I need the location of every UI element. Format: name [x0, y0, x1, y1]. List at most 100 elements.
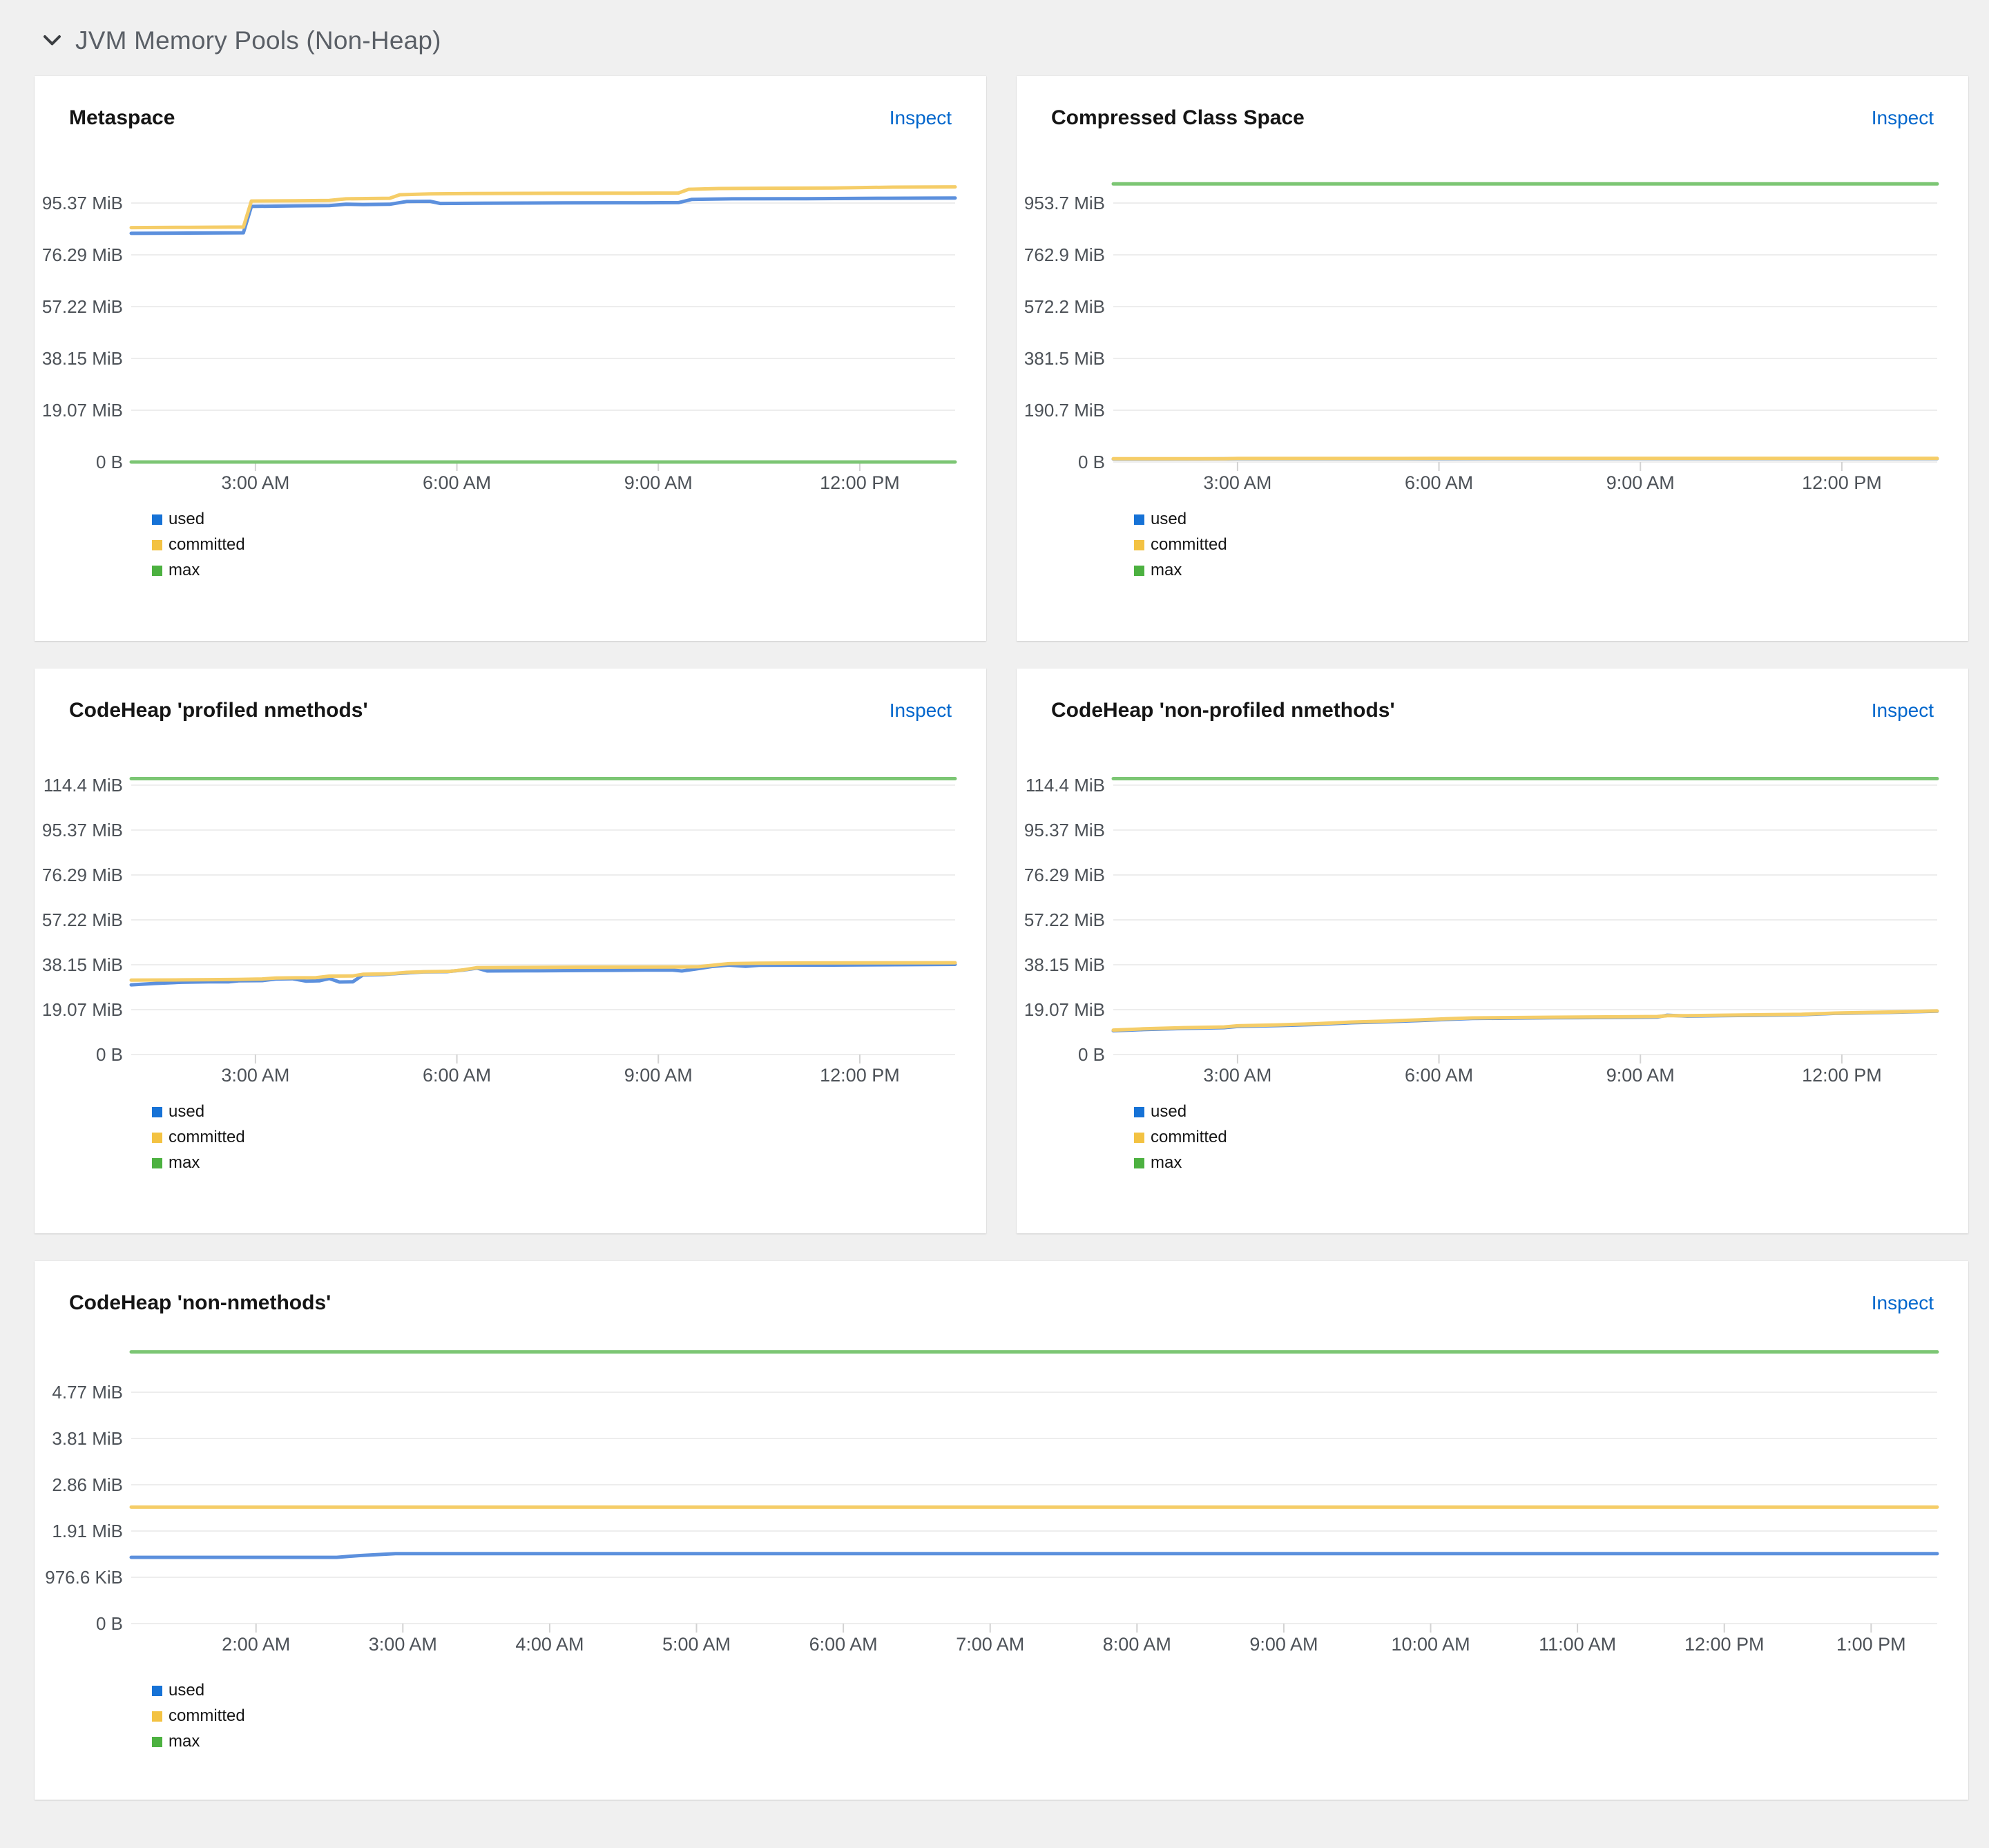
legend-item-max: max [152, 1732, 1968, 1751]
legend-label: used [1151, 510, 1187, 528]
chart-legend: used committed max [152, 510, 986, 580]
legend-item-committed: committed [1134, 1128, 1968, 1147]
chart-title: CodeHeap 'profiled nmethods' [69, 699, 368, 722]
y-axis-label: 76.29 MiB [1024, 865, 1105, 885]
y-axis-label: 38.15 MiB [42, 954, 123, 975]
legend-label: used [169, 1681, 205, 1700]
legend-swatch-used-icon [1134, 514, 1144, 525]
y-axis-label: 572.2 MiB [1024, 296, 1105, 317]
chart-title: Metaspace [69, 106, 175, 129]
legend-swatch-used-icon [152, 1685, 162, 1696]
y-axis-label: 76.29 MiB [42, 865, 123, 885]
chart-canvas: 0 B 190.7 MiB 381.5 MiB 572.2 MiB 762.9 MiB 9… [1024, 182, 1939, 493]
x-axis-label: 9:00 AM [624, 472, 693, 493]
section-header-jvm-memory-pools[interactable]: JVM Memory Pools (Non-Heap) [43, 26, 1968, 55]
chart-area: 0 B 19.07 MiB 38.15 MiB 57.22 MiB 76.29 MiB 9… [35, 153, 986, 580]
chart-title: CodeHeap 'non-nmethods' [69, 1291, 332, 1314]
legend-swatch-max-icon [152, 1736, 162, 1747]
y-axis-label: 19.07 MiB [42, 400, 123, 421]
legend-swatch-committed-icon [152, 539, 162, 550]
inspect-link[interactable]: Inspect [1872, 700, 1934, 722]
series-line-committed [1111, 1009, 1939, 1032]
inspect-link[interactable]: Inspect [1872, 107, 1934, 129]
card-header: CodeHeap 'profiled nmethods' Inspect [35, 668, 986, 722]
x-axis-label: 9:00 AM [1249, 1634, 1318, 1655]
legend-swatch-max-icon [152, 1157, 162, 1168]
inspect-link[interactable]: Inspect [890, 107, 952, 129]
y-axis-label: 190.7 MiB [1024, 400, 1105, 421]
y-axis-label: 381.5 MiB [1024, 348, 1105, 369]
chart-title: CodeHeap 'non-profiled nmethods' [1051, 699, 1395, 722]
x-axis-label: 4:00 AM [515, 1634, 584, 1655]
y-axis-label: 4.77 MiB [52, 1382, 123, 1403]
y-axis-label: 0 B [96, 1044, 123, 1065]
y-axis-label: 57.22 MiB [42, 296, 123, 317]
inspect-link[interactable]: Inspect [1872, 1292, 1934, 1314]
x-axis-label: 12:00 PM [1802, 472, 1882, 493]
chart-canvas: 0 B 19.07 MiB 38.15 MiB 57.22 MiB 76.29 MiB 9… [1024, 775, 1939, 1086]
legend-swatch-used-icon [152, 514, 162, 525]
legend-swatch-used-icon [152, 1106, 162, 1117]
y-axis-label: 1.91 MiB [52, 1521, 123, 1541]
x-axis-label: 12:00 PM [1684, 1634, 1765, 1655]
chart-canvas: 0 B 19.07 MiB 38.15 MiB 57.22 MiB 76.29 MiB 9… [42, 185, 957, 493]
chart-title: Compressed Class Space [1051, 106, 1305, 129]
y-axis-label: 976.6 KiB [45, 1567, 123, 1588]
inspect-link[interactable]: Inspect [890, 700, 952, 722]
chart-canvas: 0 B 19.07 MiB 38.15 MiB 57.22 MiB 76.29 MiB 9… [42, 775, 957, 1086]
series-line-used [129, 1552, 1939, 1559]
y-axis-label: 19.07 MiB [1024, 999, 1105, 1020]
card-codeheap-profiled-nmethods: CodeHeap 'profiled nmethods' Inspect 0 B… [35, 668, 986, 1233]
y-axis-label: 0 B [1078, 1044, 1105, 1065]
x-axis-label: 6:00 AM [423, 1065, 491, 1086]
y-axis-label: 19.07 MiB [42, 999, 123, 1020]
y-axis-label: 762.9 MiB [1024, 244, 1105, 265]
y-axis-label: 57.22 MiB [42, 909, 123, 930]
legend-swatch-committed-icon [152, 1711, 162, 1722]
legend-item-committed: committed [152, 1706, 1968, 1726]
x-axis-label: 12:00 PM [820, 472, 900, 493]
card-header: CodeHeap 'non-profiled nmethods' Inspect [1017, 668, 1968, 722]
card-header: CodeHeap 'non-nmethods' Inspect [35, 1261, 1968, 1315]
dashboard-page: JVM Memory Pools (Non-Heap) Metaspace In… [0, 0, 1989, 1831]
y-axis-label: 38.15 MiB [42, 348, 123, 369]
x-axis-label: 7:00 AM [956, 1634, 1024, 1655]
section-title: JVM Memory Pools (Non-Heap) [75, 26, 441, 55]
x-axis-label: 9:00 AM [624, 1065, 693, 1086]
card-metaspace: Metaspace Inspect 0 B 19.07 MiB 38.15 MiB 5… [35, 76, 986, 641]
x-axis-label: 3:00 AM [1203, 472, 1271, 493]
legend-item-used: used [1134, 510, 1968, 529]
x-axis-label: 6:00 AM [809, 1634, 878, 1655]
legend-label: max [169, 1732, 200, 1751]
legend-label: committed [1151, 1128, 1227, 1146]
chevron-down-icon [43, 35, 61, 47]
chart-legend: used committed max [152, 1102, 986, 1173]
x-axis-label: 1:00 PM [1836, 1634, 1906, 1655]
x-axis-label: 3:00 AM [1203, 1065, 1271, 1086]
card-codeheap-non-nmethods: CodeHeap 'non-nmethods' Inspect 0 B 976.6… [35, 1261, 1968, 1800]
legend-label: max [169, 561, 200, 579]
legend-swatch-committed-icon [152, 1132, 162, 1143]
y-axis-label: 114.4 MiB [1026, 775, 1105, 796]
y-axis-label: 3.81 MiB [52, 1428, 123, 1449]
legend-item-committed: committed [1134, 535, 1968, 555]
legend-label: committed [169, 535, 245, 554]
x-axis-label: 9:00 AM [1606, 472, 1675, 493]
card-codeheap-non-profiled-nmethods: CodeHeap 'non-profiled nmethods' Inspect… [1017, 668, 1968, 1233]
legend-item-used: used [152, 1102, 986, 1122]
y-axis-label: 76.29 MiB [42, 244, 123, 265]
legend-swatch-committed-icon [1134, 1132, 1144, 1143]
chart-area: 0 B 19.07 MiB 38.15 MiB 57.22 MiB 76.29 MiB 9… [35, 746, 986, 1173]
x-axis-label: 12:00 PM [1802, 1065, 1882, 1086]
x-axis-label: 6:00 AM [1405, 1065, 1473, 1086]
legend-label: max [1151, 561, 1182, 579]
legend-label: committed [1151, 535, 1227, 554]
y-axis-label: 0 B [96, 1613, 123, 1634]
legend-item-max: max [1134, 1153, 1968, 1173]
chart-area: 0 B 19.07 MiB 38.15 MiB 57.22 MiB 76.29 MiB 9… [1017, 746, 1968, 1173]
legend-swatch-used-icon [1134, 1106, 1144, 1117]
y-axis-label: 0 B [1078, 452, 1105, 472]
x-axis-label: 8:00 AM [1103, 1634, 1171, 1655]
legend-item-max: max [152, 561, 986, 580]
legend-item-used: used [1134, 1102, 1968, 1122]
